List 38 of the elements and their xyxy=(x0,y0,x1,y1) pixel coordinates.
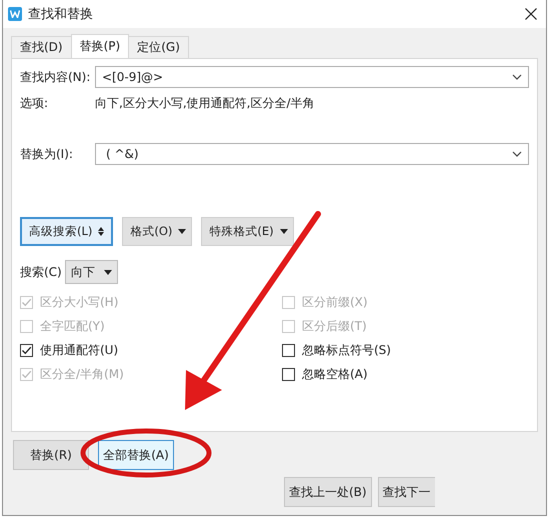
replace-field[interactable]: ( ^&) xyxy=(95,143,529,165)
advanced-search-button[interactable]: 高级搜索(L) xyxy=(20,217,114,246)
checkbox-label: 忽略标点符号(S) xyxy=(302,342,391,358)
close-icon[interactable] xyxy=(525,8,537,20)
replace-button[interactable]: 替换(R) xyxy=(13,440,89,470)
app-logo-icon xyxy=(8,7,22,21)
checkbox-label: 区分全/半角(M) xyxy=(40,366,124,382)
checkbox-label: 区分大小写(H) xyxy=(40,294,118,310)
dropdown-button[interactable]: 格式(O) xyxy=(122,217,192,246)
dropdown-button[interactable]: 特殊格式(E) xyxy=(201,217,294,246)
search-label: 搜索(C) xyxy=(20,264,62,280)
find-next-button[interactable]: 查找下一 xyxy=(378,477,435,507)
options-summary: 向下,区分大小写,使用通配符,区分全/半角 xyxy=(95,94,314,112)
checkbox-label: 忽略空格(A) xyxy=(302,366,368,382)
chevron-down-icon xyxy=(512,151,522,157)
tab[interactable]: 查找(D) xyxy=(11,36,72,58)
caret-icon xyxy=(104,270,112,274)
checkbox-label: 区分前缀(X) xyxy=(302,294,368,310)
checkbox-label: 使用通配符(U) xyxy=(40,342,118,358)
caret-icon xyxy=(178,229,186,234)
find-field[interactable]: <[0-9]@> xyxy=(95,66,529,88)
replace-all-button[interactable]: 全部替换(A) xyxy=(98,440,174,470)
chevron-down-icon xyxy=(512,74,522,80)
field-label: 替换为(I): xyxy=(20,146,74,162)
checkbox[interactable] xyxy=(282,344,295,356)
expand-collapse-icon xyxy=(98,227,104,236)
tab[interactable]: 替换(P) xyxy=(70,34,130,58)
checkbox-label: 全字匹配(Y) xyxy=(40,318,105,334)
checkbox-label: 区分后缀(T) xyxy=(302,318,367,334)
checkbox[interactable] xyxy=(282,368,295,380)
find-previous-button[interactable]: 查找上一处(B) xyxy=(284,477,372,507)
tab[interactable]: 定位(G) xyxy=(128,36,189,58)
caret-icon xyxy=(280,229,288,234)
checkbox[interactable] xyxy=(20,344,33,356)
direction-dropdown[interactable]: 向下 xyxy=(64,260,118,284)
window-title: 查找和替换 xyxy=(28,6,94,23)
options-label: 选项: xyxy=(20,94,50,112)
field-label: 查找内容(N): xyxy=(20,68,92,86)
